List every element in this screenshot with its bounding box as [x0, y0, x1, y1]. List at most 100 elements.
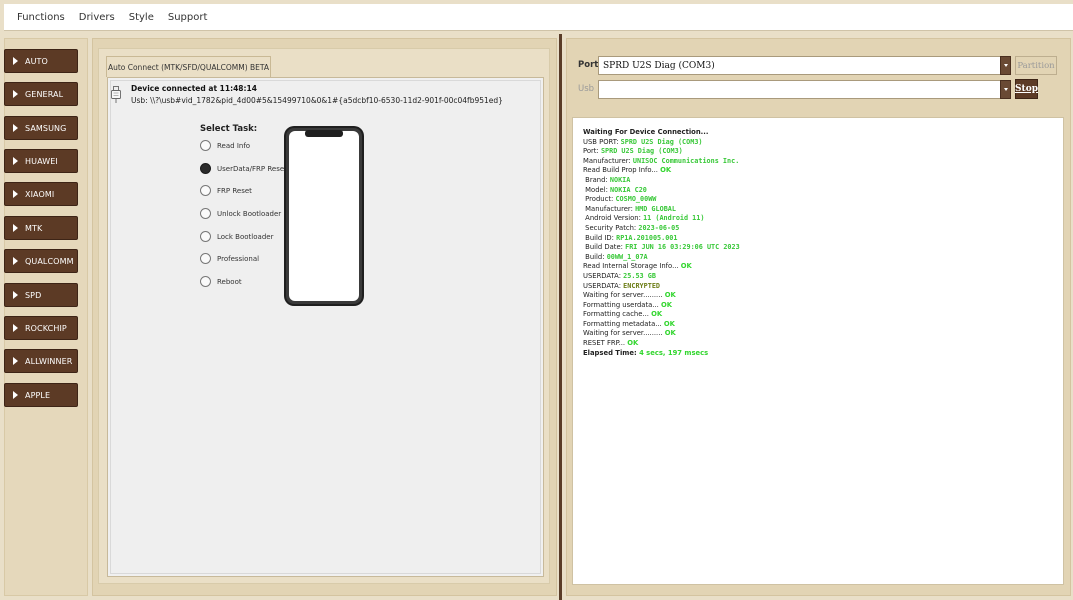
log-key: Manufacturer:	[585, 204, 633, 213]
log-key: Manufacturer:	[583, 156, 631, 165]
sidebar-item-label: ROCKCHIP	[25, 323, 67, 333]
partition-button[interactable]: Partition	[1015, 56, 1057, 75]
log-value: 11 (Android 11)	[643, 214, 705, 223]
log-line: Build ID: RP1A.201005.001	[583, 234, 1063, 244]
sidebar-item-general[interactable]: GENERAL	[4, 82, 78, 106]
log-key: Build ID:	[585, 233, 614, 242]
sidebar-item-mtk[interactable]: MTK	[4, 216, 78, 240]
log-value: COSMO_00WW	[615, 195, 657, 204]
log-line: Waiting For Device Connection...	[583, 128, 709, 136]
task-label: Reboot	[217, 277, 242, 286]
log-line: Read Internal Storage Info... OK	[583, 262, 1063, 272]
play-icon	[13, 157, 18, 165]
chevron-down-icon[interactable]	[1000, 56, 1011, 75]
radio-button[interactable]	[200, 185, 211, 196]
log-key: Security Patch:	[585, 223, 637, 232]
sidebar-item-samsung[interactable]: SAMSUNG	[4, 116, 78, 140]
log-status: OK	[663, 319, 675, 328]
task-reboot[interactable]: Reboot	[200, 276, 242, 287]
sidebar-item-label: XIAOMI	[25, 189, 55, 199]
log-line: Port: SPRD U2S Diag (COM3)	[583, 147, 1063, 157]
log-status: OK	[627, 339, 639, 348]
log-line: Waiting for server......... OK	[583, 329, 1063, 339]
sidebar-item-huawei[interactable]: HUAWEI	[4, 149, 78, 173]
task-userdata-frp-reset[interactable]: UserData/FRP Reset	[200, 163, 287, 174]
log-line: Build: 00WW_1_07A	[583, 253, 1063, 263]
task-professional[interactable]: Professional	[200, 253, 259, 264]
sidebar-item-apple[interactable]: APPLE	[4, 383, 78, 407]
log-output[interactable]: Waiting For Device Connection... USB POR…	[572, 117, 1064, 585]
log-key: Elapsed Time:	[583, 348, 637, 357]
log-status: OK	[680, 262, 692, 271]
port-select[interactable]: SPRD U2S Diag (COM3)	[598, 56, 1011, 75]
task-frp-reset[interactable]: FRP Reset	[200, 185, 252, 196]
log-line: Security Patch: 2023-06-05	[583, 224, 1063, 234]
sidebar-item-label: APPLE	[25, 390, 51, 400]
play-icon	[13, 257, 18, 265]
log-key: RESET FRP...	[583, 339, 626, 348]
log-key: Build Date:	[585, 243, 623, 252]
log-line: Waiting for server......... OK	[583, 291, 1063, 301]
log-status: OK	[664, 291, 676, 300]
log-line: Brand: NOKIA	[583, 176, 1063, 186]
radio-button[interactable]	[200, 231, 211, 242]
log-key: Android Version:	[585, 214, 641, 223]
menu-functions[interactable]: Functions	[10, 12, 72, 23]
log-line: Manufacturer: HMD GLOBAL	[583, 205, 1063, 215]
chevron-down-icon[interactable]	[1000, 80, 1011, 99]
sidebar-item-label: HUAWEI	[25, 156, 58, 166]
log-line: Read Build Prop Info... OK	[583, 166, 1063, 176]
play-icon	[13, 291, 18, 299]
radio-button[interactable]	[200, 276, 211, 287]
sidebar-item-label: AUTO	[25, 56, 48, 66]
sidebar-item-label: ALLWINNER	[25, 356, 73, 366]
log-value: NOKIA C20	[610, 185, 647, 194]
log-key: Read Internal Storage Info...	[583, 262, 679, 271]
log-key: Formatting userdata...	[583, 300, 659, 309]
log-key: USERDATA:	[583, 271, 621, 280]
log-key: Port:	[583, 147, 599, 156]
log-line: Formatting cache... OK	[583, 310, 1063, 320]
log-value: 2023-06-05	[638, 223, 680, 232]
play-icon	[13, 57, 18, 65]
log-key: Brand:	[585, 175, 608, 184]
log-key: USB PORT:	[583, 137, 619, 146]
panel-divider[interactable]	[559, 34, 562, 600]
log-key: Product:	[585, 195, 614, 204]
sidebar-item-rockchip[interactable]: ROCKCHIP	[4, 316, 78, 340]
menu-support[interactable]: Support	[161, 12, 215, 23]
task-unlock-bootloader[interactable]: Unlock Bootloader	[200, 208, 281, 219]
log-line: USB PORT: SPRD U2S Diag (COM3)	[583, 138, 1063, 148]
usb-select[interactable]	[598, 80, 1011, 99]
log-key: USERDATA:	[583, 281, 621, 290]
radio-button[interactable]	[200, 253, 211, 264]
task-read-info[interactable]: Read Info	[200, 140, 250, 151]
log-status: OK	[651, 310, 663, 319]
sidebar-item-spd[interactable]: SPD	[4, 283, 78, 307]
log-key: Formatting cache...	[583, 310, 649, 319]
log-line: Android Version: 11 (Android 11)	[583, 214, 1063, 224]
radio-button-selected[interactable]	[200, 163, 211, 174]
menu-style[interactable]: Style	[122, 12, 161, 23]
log-key: Formatting metadata...	[583, 319, 662, 328]
log-key: Waiting for server.........	[583, 291, 663, 300]
log-value: 25.53 GB	[623, 271, 656, 280]
log-line: Build Date: FRI JUN 16 03:29:06 UTC 2023	[583, 243, 1063, 253]
menu-drivers[interactable]: Drivers	[72, 12, 122, 23]
log-line: Manufacturer: UNISOC Communications Inc.	[583, 157, 1063, 167]
sidebar-item-allwinner[interactable]: ALLWINNER	[4, 349, 78, 373]
task-lock-bootloader[interactable]: Lock Bootloader	[200, 231, 273, 242]
log-status: OK	[664, 329, 676, 338]
log-status: OK	[660, 300, 673, 309]
task-label: UserData/FRP Reset	[217, 164, 287, 173]
sidebar-item-xiaomi[interactable]: XIAOMI	[4, 182, 78, 206]
usb-icon	[111, 86, 121, 103]
radio-button[interactable]	[200, 140, 211, 151]
tab-auto-connect[interactable]: Auto Connect (MTK/SFD/QUALCOMM) BETA	[106, 56, 271, 77]
sidebar-item-auto[interactable]: AUTO	[4, 49, 78, 73]
usb-path-text: Usb: \\?\usb#vid_1782&pid_4d00#5&1549971…	[131, 96, 503, 105]
stop-button[interactable]: Stop	[1015, 79, 1038, 99]
sidebar-item-qualcomm[interactable]: QUALCOMM	[4, 249, 78, 273]
radio-button[interactable]	[200, 208, 211, 219]
sidebar-item-label: GENERAL	[25, 89, 64, 99]
